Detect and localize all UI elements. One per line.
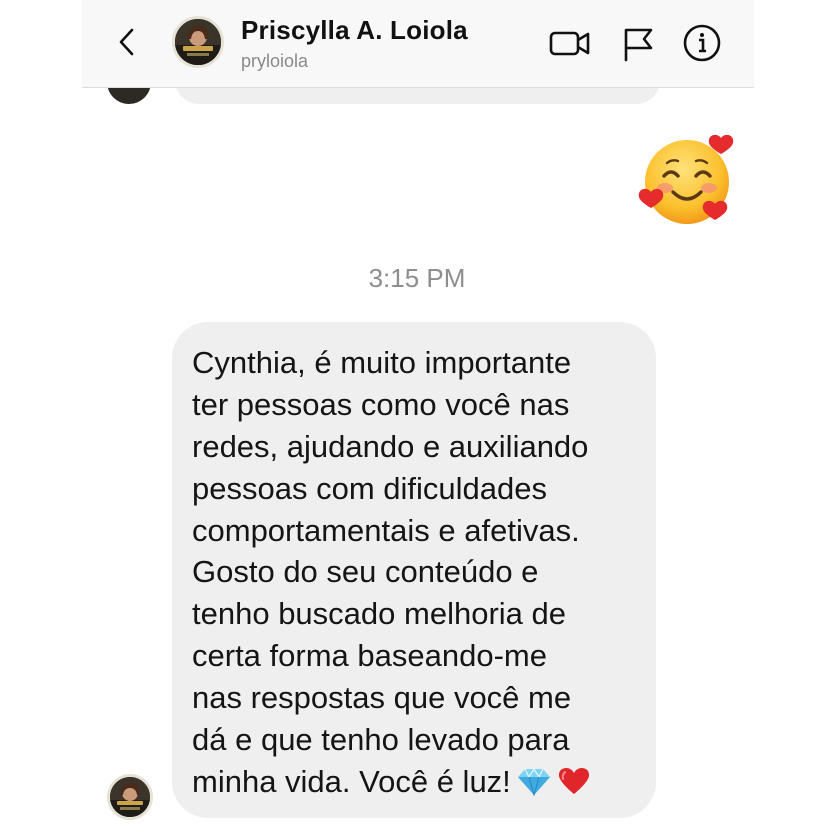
message-line: Cynthia, é muito importante: [192, 345, 572, 380]
contact-name[interactable]: Priscylla A. Loiola: [241, 15, 468, 46]
chat-header: Priscylla A. Loiola pryloiola: [82, 0, 754, 88]
message-line: tenho buscado melhoria de: [192, 596, 566, 632]
message-line: dá e que tenho levado para: [192, 722, 570, 758]
message-last-line: minha vida. Você é luz!: [192, 761, 652, 803]
smiling-face-with-hearts-icon[interactable]: [637, 132, 737, 228]
avatar[interactable]: [107, 774, 153, 820]
dm-conversation: Priscylla A. Loiola pryloiola 3:15 PM Cy…: [0, 0, 834, 835]
message-line: comportamentais e afetivas.: [192, 512, 580, 548]
red-heart-icon: [558, 767, 589, 794]
message-line: nas respostas que você me: [192, 680, 572, 716]
message-timestamp: 3:15 PM: [368, 263, 466, 293]
received-message-bubble[interactable]: Cynthia, é muito importante ter pessoas …: [172, 322, 656, 818]
message-line: ter pessoas como você nas: [192, 386, 570, 422]
flag-icon[interactable]: [617, 22, 661, 64]
message-line: certa forma baseando-me: [192, 638, 547, 674]
info-icon[interactable]: [680, 22, 724, 64]
message-line: minha vida. Você é luz!: [192, 763, 511, 799]
contact-username: pryloiola: [241, 51, 309, 71]
message-line: pessoas com dificuldades: [192, 470, 547, 506]
message-line: redes, ajudando e auxiliando: [192, 428, 589, 464]
message-text: Cynthia, é muito importante ter pessoas …: [192, 342, 652, 803]
message-line: Gosto do seu conteúdo e: [192, 554, 539, 590]
gem-stone-icon: [517, 767, 550, 796]
chevron-left-icon[interactable]: [112, 22, 142, 62]
avatar[interactable]: [172, 16, 224, 68]
video-camera-icon[interactable]: [548, 22, 592, 64]
